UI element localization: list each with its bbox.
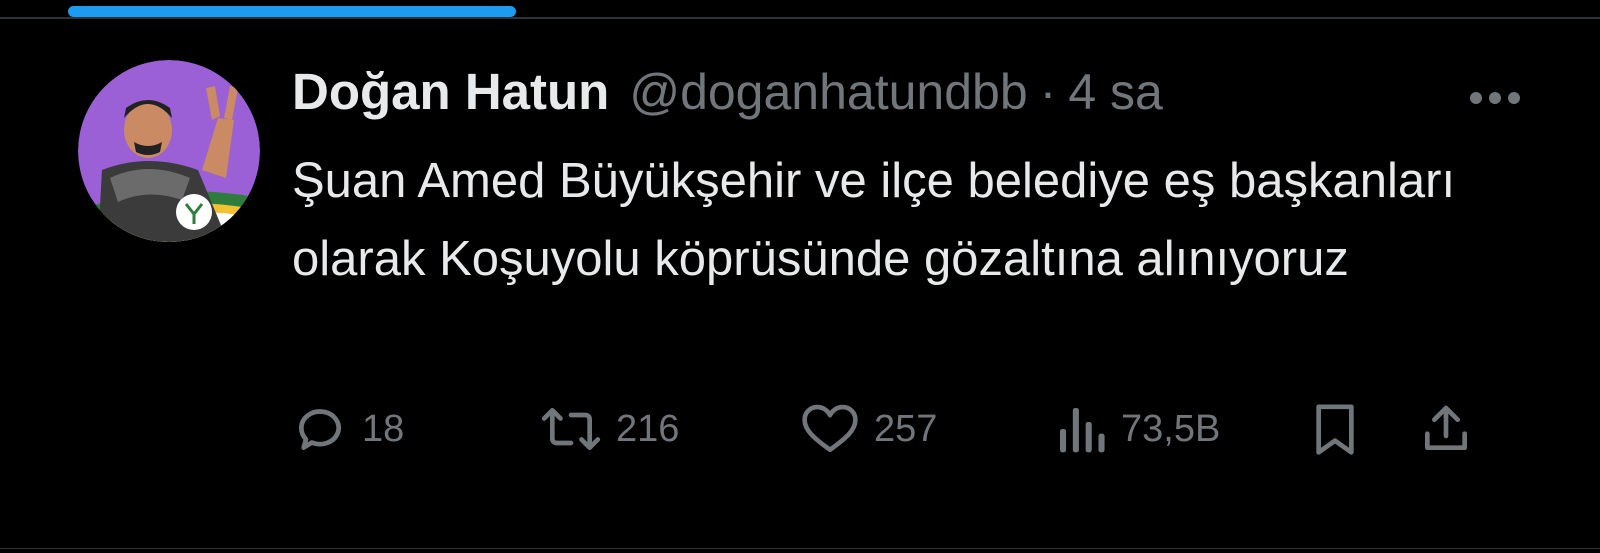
author-handle[interactable]: @doganhatundbb (629, 63, 1027, 121)
views-button[interactable]: 73,5B (1055, 400, 1220, 458)
profile-photo (78, 60, 260, 242)
views-count: 73,5B (1121, 407, 1221, 450)
retweet-button[interactable]: 216 (540, 400, 679, 458)
views-chart-icon (1055, 401, 1107, 457)
loading-progress-bar (68, 6, 516, 17)
retweet-count: 216 (616, 407, 680, 450)
tweet-header: Doğan Hatun @doganhatundbb · 4 sa (292, 62, 1163, 122)
share-button[interactable] (1418, 400, 1474, 458)
tweet-text: Şuan Amed Büyükşehir ve ilçe belediye eş… (292, 154, 1456, 286)
like-button[interactable]: 257 (800, 400, 937, 458)
bottom-divider (0, 548, 1600, 549)
bookmark-icon (1307, 400, 1363, 458)
bookmark-button[interactable] (1307, 400, 1363, 458)
reply-count: 18 (362, 407, 405, 450)
avatar[interactable] (78, 60, 260, 242)
more-dots-icon (1470, 92, 1520, 104)
reply-icon (292, 401, 348, 457)
progress-track (0, 17, 1600, 19)
more-options-button[interactable] (1461, 80, 1529, 116)
retweet-icon (540, 401, 602, 457)
reply-button[interactable]: 18 (292, 400, 404, 458)
like-count: 257 (874, 407, 938, 450)
separator-dot: · (1039, 64, 1057, 120)
share-icon (1418, 401, 1474, 457)
tweet-timestamp[interactable]: 4 sa (1068, 63, 1163, 121)
heart-icon (800, 401, 860, 457)
author-name[interactable]: Doğan Hatun (292, 62, 609, 121)
